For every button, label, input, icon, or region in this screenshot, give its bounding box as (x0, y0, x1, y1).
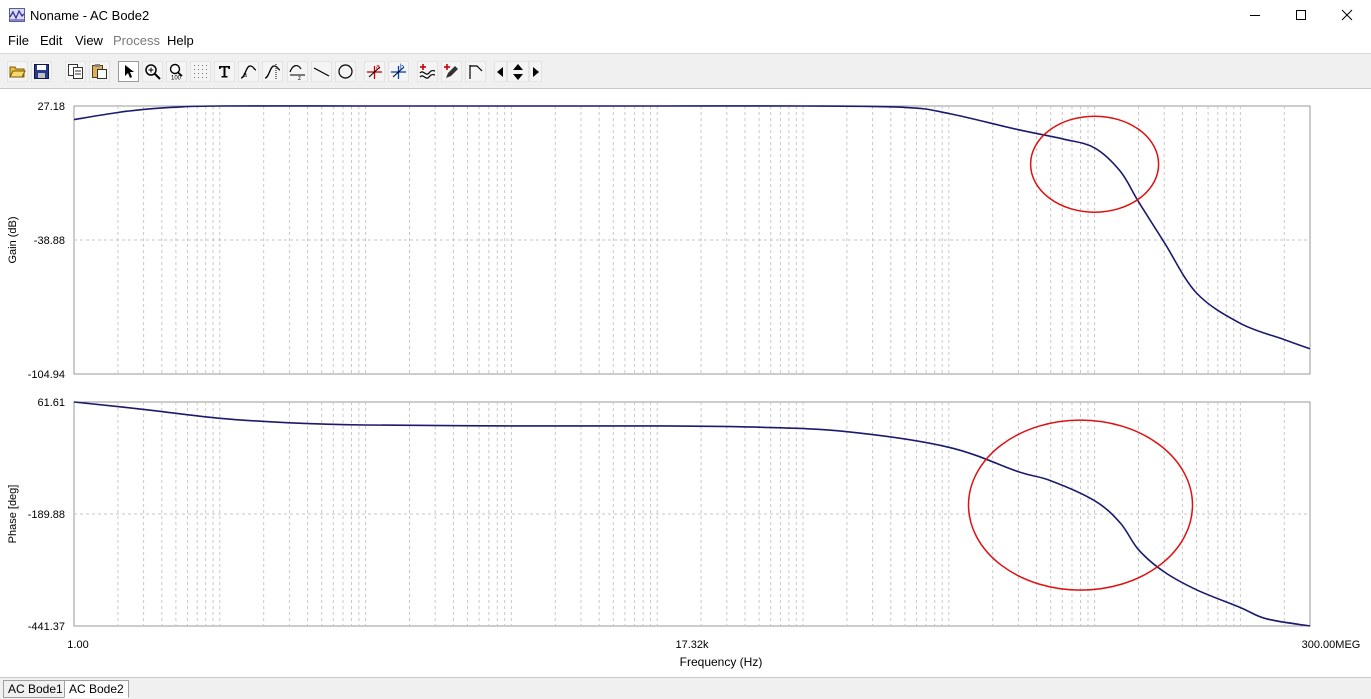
flag-icon[interactable] (465, 61, 486, 82)
save-icon[interactable] (31, 61, 52, 82)
scroll-right-icon[interactable] (529, 61, 542, 82)
curve-label-alt-icon[interactable] (262, 61, 283, 82)
sheet-tab-ac-bode1[interactable]: AC Bode1 (3, 680, 68, 698)
gain-ylabel: Gain (dB) (7, 216, 19, 263)
xtick-label-mid: 17.32k (675, 639, 709, 651)
line-tool-icon[interactable] (311, 61, 332, 82)
gain-ytick-bottom: -104.94 (28, 369, 65, 381)
svg-text:a: a (376, 64, 380, 71)
menu-edit[interactable]: Edit (40, 33, 62, 48)
close-icon[interactable] (1324, 0, 1370, 30)
cursor-b-icon[interactable]: b (388, 61, 409, 82)
toolbar: 100 a z a b (0, 53, 1371, 89)
cursor-a-icon[interactable]: a (364, 61, 385, 82)
grid-icon[interactable] (190, 61, 211, 82)
phase-panel: 61.61 -189.88 -441.37 Phase [deg] (7, 397, 1311, 633)
bode-plot-area[interactable]: 27.18 -38.88 -104.94 Gain (dB) 61.61 -18… (0, 90, 1371, 676)
menu-file[interactable]: File (8, 33, 29, 48)
svg-text:z: z (298, 76, 301, 80)
menu-help[interactable]: Help (167, 33, 194, 48)
bode-plot-svg[interactable]: 27.18 -38.88 -104.94 Gain (dB) 61.61 -18… (0, 90, 1371, 676)
gain-panel: 27.18 -38.88 -104.94 Gain (dB) (7, 101, 1311, 381)
open-folder-icon[interactable] (7, 61, 28, 82)
paste-icon[interactable] (89, 61, 110, 82)
select-arrow-icon[interactable] (118, 61, 139, 82)
curve-label-icon[interactable]: a (238, 61, 259, 82)
xtick-label-end: 300.00MEG (1302, 639, 1361, 651)
baseline-icon[interactable]: z (287, 61, 308, 82)
marker-pen-icon[interactable] (441, 61, 462, 82)
phase-ytick-top: 61.61 (37, 397, 65, 409)
title-bar: Noname - AC Bode2 (0, 0, 1371, 30)
svg-text:a: a (243, 72, 247, 79)
xtick-label-start: 1.00 (67, 639, 88, 651)
minimize-icon[interactable] (1232, 0, 1278, 30)
maximize-icon[interactable] (1278, 0, 1324, 30)
phase-ytick-mid: -189.88 (28, 509, 65, 521)
scroll-up-down-icon[interactable] (507, 61, 529, 82)
circle-tool-icon[interactable] (335, 61, 356, 82)
svg-text:100: 100 (171, 76, 182, 81)
sheet-tab-ac-bode2[interactable]: AC Bode2 (64, 680, 129, 698)
window-title: Noname - AC Bode2 (30, 8, 150, 23)
menu-view[interactable]: View (75, 33, 103, 48)
scroll-left-icon[interactable] (494, 61, 507, 82)
zoom-in-icon[interactable] (142, 61, 163, 82)
add-curve-icon[interactable] (417, 61, 438, 82)
phase-ylabel: Phase [deg] (7, 485, 19, 544)
copy-icon[interactable] (65, 61, 86, 82)
xaxis-label: Frequency (Hz) (680, 655, 763, 669)
phase-ytick-bottom: -441.37 (28, 621, 65, 633)
gain-ytick-top: 27.18 (37, 101, 65, 113)
text-tool-icon[interactable] (214, 61, 235, 82)
sheet-tab-bar: AC Bode1 AC Bode2 (0, 677, 1371, 699)
bode-plot-app-icon (9, 8, 25, 22)
zoom-100-icon[interactable]: 100 (166, 61, 187, 82)
menu-process: Process (113, 33, 160, 48)
svg-text:b: b (400, 64, 404, 71)
gain-ytick-mid: -38.88 (34, 235, 65, 247)
menu-bar: File Edit View Process Help (0, 30, 1371, 52)
